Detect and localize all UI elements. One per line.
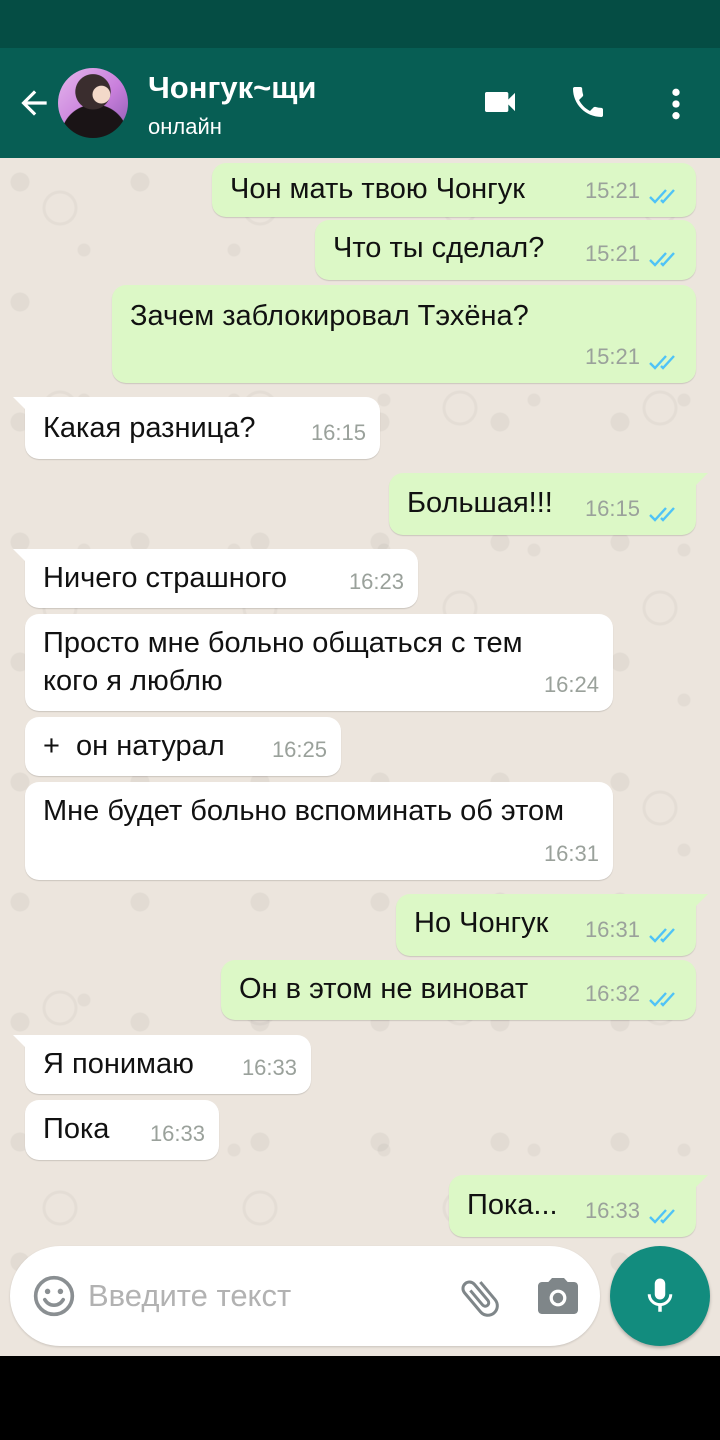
message-text: Зачем заблокировал Тэхёна? (130, 300, 529, 332)
message-text: Что ты сделал? (333, 232, 545, 264)
message-text: + он натурал (43, 730, 225, 762)
message-time: 16:31 (543, 841, 599, 866)
microphone-icon (647, 1278, 673, 1312)
double-check-icon (649, 189, 675, 204)
overflow-menu-button[interactable] (656, 80, 696, 128)
smiley-icon[interactable] (32, 1274, 76, 1318)
video-camera-icon (485, 92, 515, 112)
message-text: Какая разница? (43, 412, 256, 444)
contact-name[interactable]: Чонгук~щи (148, 70, 316, 106)
message-incoming[interactable]: Пока 16:33 (25, 1100, 219, 1160)
message-time: 16:31 (584, 917, 640, 942)
system-navigation-bar (0, 1356, 720, 1440)
message-incoming[interactable]: Просто мне больно общаться с тем кого я … (25, 614, 613, 711)
message-time: 15:21 (584, 241, 640, 266)
message-time: 16:32 (584, 981, 640, 1006)
message-time: 16:23 (348, 569, 404, 594)
paperclip-icon[interactable] (456, 1274, 504, 1322)
more-vertical-icon (672, 88, 680, 120)
double-check-icon (649, 252, 675, 267)
message-incoming[interactable]: Ничего страшного 16:23 (13, 549, 418, 608)
message-text: Пока (43, 1113, 110, 1145)
message-outgoing[interactable]: Зачем заблокировал Тэхёна? 15:21 (112, 285, 696, 383)
arrow-left-icon (21, 90, 47, 116)
message-time: 16:33 (241, 1055, 297, 1080)
message-outgoing[interactable]: Что ты сделал? 15:21 (315, 220, 696, 280)
camera-icon[interactable] (534, 1274, 582, 1318)
message-incoming[interactable]: Я понимаю 16:33 (13, 1035, 311, 1094)
message-composer (10, 1246, 600, 1346)
double-check-icon (649, 507, 675, 522)
message-incoming[interactable]: + он натурал 16:25 (25, 717, 341, 776)
message-incoming[interactable]: Мне будет больно вспоминать об этом 16:3… (25, 782, 613, 880)
message-time: 16:15 (310, 420, 366, 445)
message-outgoing[interactable]: Пока... 16:33 (449, 1175, 708, 1237)
message-time: 16:25 (271, 737, 327, 762)
double-check-icon (649, 1209, 675, 1224)
message-list[interactable]: Чон мать твою Чонгук 15:21 Что ты сделал… (0, 158, 720, 1356)
message-outgoing[interactable]: Он в этом не виноват 16:32 (221, 960, 696, 1020)
message-text: Он в этом не виноват (239, 973, 529, 1005)
phone-icon (573, 87, 603, 117)
message-text: Просто мне больно общаться с тем кого я … (43, 627, 531, 697)
message-outgoing[interactable]: Большая!!! 16:15 (389, 473, 708, 535)
avatar[interactable] (58, 68, 128, 138)
message-input[interactable] (88, 1272, 448, 1320)
status-bar (0, 0, 720, 48)
back-button[interactable] (12, 78, 56, 128)
chat-header: Чонгук~щи онлайн (0, 48, 720, 158)
message-outgoing[interactable]: Но Чонгук 16:31 (396, 894, 708, 956)
message-time: 15:21 (584, 344, 640, 369)
double-check-icon (649, 992, 675, 1007)
message-time: 16:15 (584, 496, 640, 521)
message-text: Но Чонгук (414, 907, 549, 939)
message-time: 16:24 (543, 672, 599, 697)
message-text: Ничего страшного (43, 562, 288, 594)
double-check-icon (649, 355, 675, 370)
message-incoming[interactable]: Какая разница? 16:15 (13, 397, 380, 459)
message-time: 16:33 (584, 1198, 640, 1223)
message-text: Мне будет больно вспоминать об этом (43, 795, 565, 827)
message-outgoing[interactable]: Чон мать твою Чонгук 15:21 (212, 163, 696, 217)
message-text: Я понимаю (43, 1048, 194, 1080)
message-text: Большая!!! (407, 487, 553, 519)
voice-record-button[interactable] (610, 1246, 710, 1346)
message-time: 15:21 (584, 178, 640, 203)
presence-status: онлайн (148, 114, 222, 139)
message-time: 16:33 (149, 1121, 205, 1146)
double-check-icon (649, 928, 675, 943)
video-call-button[interactable] (478, 80, 522, 124)
message-text: Чон мать твою Чонгук (230, 173, 525, 205)
message-text: Пока... (467, 1189, 558, 1221)
voice-call-button[interactable] (566, 80, 610, 124)
